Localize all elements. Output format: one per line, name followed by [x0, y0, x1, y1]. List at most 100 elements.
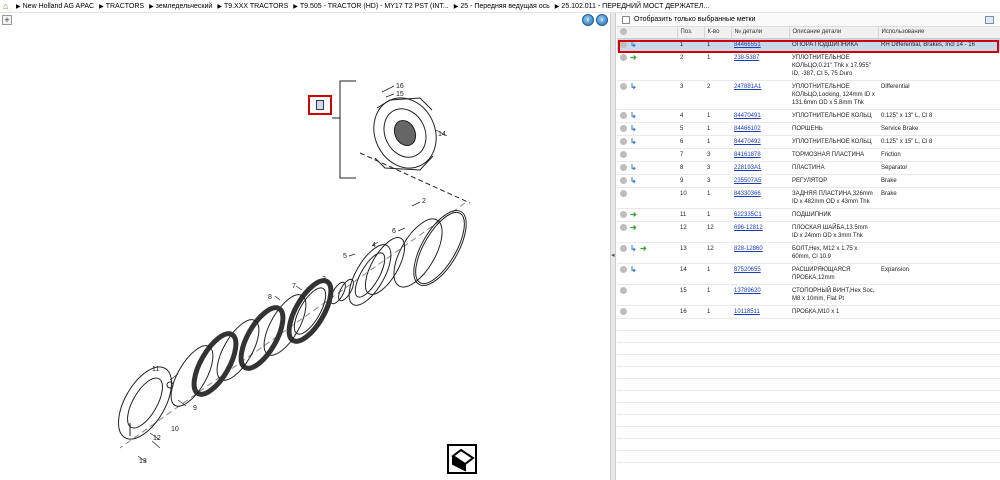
table-row[interactable]: ↳ ➜ 13 12 828-12860 БОЛТ,Hex, M12 x 1.75 x 60… [617, 242, 1000, 264]
part-number-link[interactable]: 828-12860 [734, 246, 763, 252]
collapse-arrow-icon[interactable]: ◂ [611, 251, 615, 265]
breadcrumb-item[interactable]: ▶ 25.102.011 - ПЕРЕДНИЙ МОСТ ДЕРЖАТЕЛ... [555, 3, 709, 10]
cell-part-no[interactable]: 622335C1 [731, 208, 789, 222]
part-number-link[interactable]: 84470491 [734, 113, 761, 119]
add-to-cart-icon[interactable] [620, 308, 627, 315]
table-row[interactable]: ↳ 6 1 84470492 УПЛОТНИТЕЛЬНОЕ КОЛЬЦ 0.125" x … [617, 135, 1000, 149]
add-to-cart-icon[interactable] [620, 151, 627, 158]
breadcrumb-item[interactable]: ▶ New Holland AG APAC [16, 3, 94, 10]
table-row[interactable]: 16 1 10118511 ПРОБКА,M10 x 1 [617, 305, 1000, 319]
info-icon[interactable]: ↳ [630, 83, 637, 91]
cell-part-no[interactable]: 696-12812 [731, 221, 789, 243]
header-pos[interactable]: Поз. [677, 27, 705, 39]
add-to-cart-icon[interactable] [620, 54, 627, 61]
add-to-cart-icon[interactable] [620, 112, 627, 119]
part-number-link[interactable]: 228193A1 [734, 165, 761, 171]
cell-part-no[interactable]: 84466551 [731, 38, 789, 52]
part-number-link[interactable]: 622335C1 [734, 212, 762, 218]
header-qty[interactable]: К-во [704, 27, 732, 39]
cell-part-no[interactable]: 828-12860 [731, 242, 789, 264]
info-icon[interactable]: ↳ [630, 177, 637, 185]
table-row[interactable]: ↳ 8 3 228193A1 ПЛАСТИНА Separator [617, 161, 1000, 175]
part-number-link[interactable]: 13789620 [734, 288, 761, 294]
table-row[interactable]: ↳ 9 3 235507A5 РЕГУЛЯТОР Brake [617, 174, 1000, 188]
cell-part-no[interactable]: 84470491 [731, 109, 789, 123]
info-icon[interactable]: ↳ [630, 138, 637, 146]
info-icon[interactable]: ↳ [630, 164, 637, 172]
part-number-link[interactable]: 696-12812 [734, 225, 763, 231]
table-row[interactable]: 15 1 13789620 СТОПОРНЫЙ ВИНТ,Hex Soc, M8 x … [617, 284, 1000, 306]
info-icon[interactable]: ↳ [630, 266, 637, 274]
cell-part-no[interactable]: 84161878 [731, 148, 789, 162]
info-icon[interactable]: ↳ [630, 41, 637, 49]
part-number-link[interactable]: 235507A5 [734, 178, 761, 184]
replacement-icon[interactable]: ➜ [630, 224, 637, 232]
cell-part-no[interactable]: 84466102 [731, 122, 789, 136]
previous-page-button[interactable]: ‹ [582, 14, 594, 26]
cell-part-no[interactable]: 238-5387 [731, 51, 789, 81]
part-number-link[interactable]: 238-5387 [734, 55, 759, 61]
breadcrumb-item[interactable]: ▶ T9.505 - TRACTOR (HD) - MY17 T2 PST (IN… [293, 3, 448, 10]
breadcrumb-item[interactable]: ▶ земледельческий [149, 3, 212, 10]
table-row[interactable]: 7 3 84161878 ТОРМОЗНАЯ ПЛАСТИНА Friction [617, 148, 1000, 162]
add-to-cart-icon[interactable] [620, 245, 627, 252]
header-description[interactable]: Описание детали [789, 27, 879, 39]
part-number-link[interactable]: 87520655 [734, 267, 761, 273]
header-part-no[interactable]: № детали [731, 27, 790, 39]
replacement-icon[interactable]: ➜ [630, 211, 637, 219]
add-to-cart-icon[interactable] [620, 287, 627, 294]
table-row[interactable]: ↳ 1 1 84466551 ОПОРА ПОДШИПНИКА RH Differenti… [617, 38, 1000, 52]
select-all-header[interactable] [617, 27, 678, 39]
table-row[interactable]: ↳ 4 1 84470491 УПЛОТНИТЕЛЬНОЕ КОЛЬЦ 0.125" x … [617, 109, 1000, 123]
add-to-cart-icon[interactable] [620, 164, 627, 171]
cell-part-no[interactable]: 235507A5 [731, 174, 789, 188]
breadcrumb-item[interactable]: ▶ T9.XXX TRACTORS [217, 3, 288, 10]
table-row[interactable]: 10 1 84330366 ЗАДНЯЯ ПЛАСТИНА,326mm ID x 48… [617, 187, 1000, 209]
add-to-cart-icon[interactable] [620, 224, 627, 231]
breadcrumb-item[interactable]: ▶ 25 - Передняя ведущая ось [454, 3, 550, 10]
cell-part-no[interactable]: 247881A1 [731, 80, 789, 110]
add-to-cart-icon[interactable] [620, 138, 627, 145]
cell-part-no[interactable]: 10118511 [731, 305, 789, 319]
info-icon[interactable]: ↳ [630, 125, 637, 133]
part-number-link[interactable]: 84330366 [734, 191, 761, 197]
breadcrumb-item[interactable]: ▶ TRACTORS [99, 3, 144, 10]
add-to-cart-icon[interactable] [620, 83, 627, 90]
table-row[interactable]: ➜ 12 12 696-12812 ПЛОСКАЯ ШАЙБА,13.5mm ID x … [617, 221, 1000, 243]
cell-part-no[interactable]: 228193A1 [731, 161, 789, 175]
cell-part-no[interactable]: 13789620 [731, 284, 789, 306]
part-number-link[interactable]: 84161878 [734, 152, 761, 158]
cell-part-no[interactable]: 84470492 [731, 135, 789, 149]
part-number-link[interactable]: 247881A1 [734, 84, 761, 90]
cell-part-no[interactable]: 84330366 [731, 187, 789, 209]
add-to-cart-icon[interactable] [620, 266, 627, 273]
export-icon[interactable] [447, 444, 477, 474]
replacement-icon[interactable]: ➜ [640, 245, 647, 253]
part-number-link[interactable]: 84470492 [734, 139, 761, 145]
part-number-link[interactable]: 10118511 [734, 309, 760, 315]
table-row[interactable]: ➜ 2 1 238-5387 УПЛОТНИТЕЛЬНОЕ КОЛЬЦО,0.21" T… [617, 51, 1000, 81]
home-icon[interactable]: ⌂ [3, 1, 12, 11]
table-row[interactable]: ↳ 5 1 84466102 ПОРШЕНЬ Service Brake [617, 122, 1000, 136]
settings-icon[interactable] [985, 16, 994, 24]
select-all-icon[interactable] [620, 27, 627, 35]
add-to-cart-icon[interactable] [620, 190, 627, 197]
highlighted-callout-icon[interactable] [308, 95, 332, 115]
add-to-cart-icon[interactable] [620, 41, 627, 48]
info-icon[interactable]: ↳ [630, 112, 637, 120]
header-usage[interactable]: Использование [878, 27, 1000, 39]
info-icon[interactable]: ↳ [630, 245, 637, 253]
add-to-cart-icon[interactable] [620, 177, 627, 184]
cell-part-no[interactable]: 87520655 [731, 263, 789, 285]
part-number-link[interactable]: 84466551 [734, 42, 761, 48]
show-selected-only-checkbox[interactable] [622, 15, 630, 24]
add-to-cart-icon[interactable] [620, 125, 627, 132]
expand-icon[interactable]: + [2, 15, 12, 25]
next-page-button[interactable]: › [596, 14, 608, 26]
table-row[interactable]: ➜ 11 1 622335C1 ПОДШИПНИК [617, 208, 1000, 222]
table-row[interactable]: ↳ 3 2 247881A1 УПЛОТНИТЕЛЬНОЕ КОЛЬЦО,Locking… [617, 80, 1000, 110]
pane-splitter[interactable]: ◂ [610, 13, 616, 480]
replacement-icon[interactable]: ➜ [630, 54, 637, 62]
part-number-link[interactable]: 84466102 [734, 126, 761, 132]
add-to-cart-icon[interactable] [620, 211, 627, 218]
